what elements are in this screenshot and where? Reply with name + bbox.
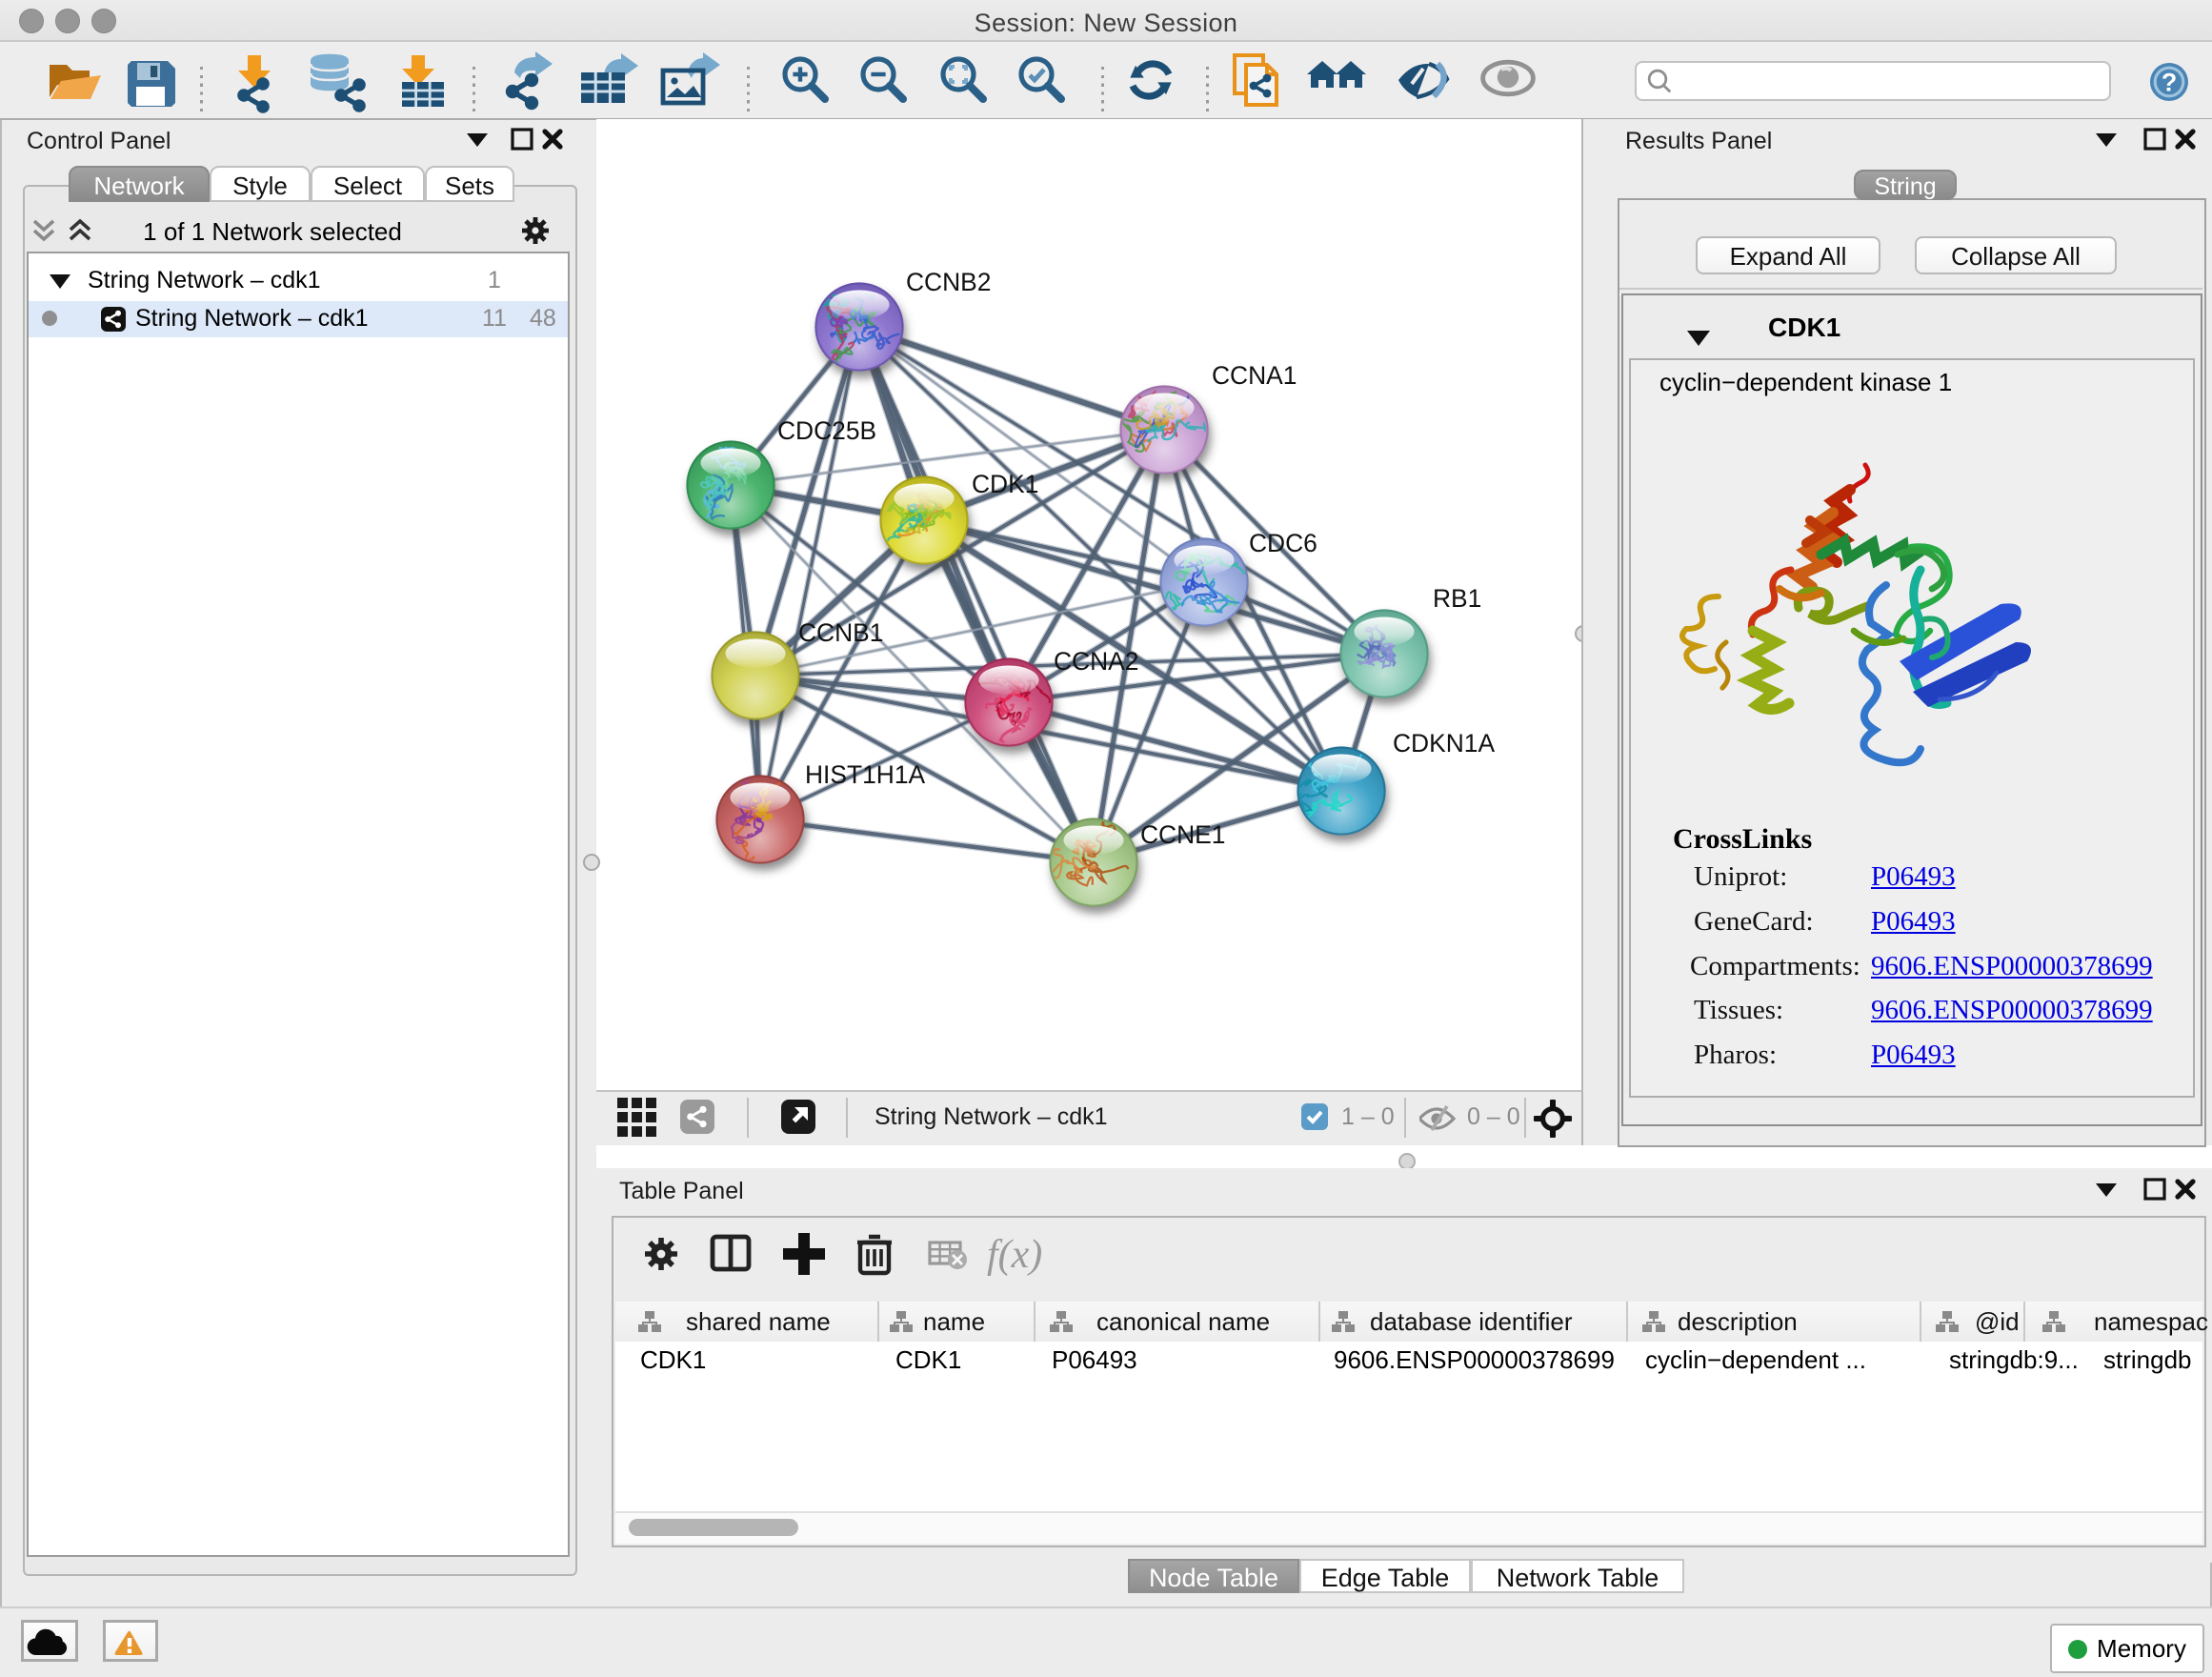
svg-text:CCNB1: CCNB1 bbox=[798, 618, 883, 647]
svg-text:CCNA1: CCNA1 bbox=[1212, 361, 1297, 390]
svg-text:f(x): f(x) bbox=[987, 1233, 1042, 1277]
svg-text:CDC6: CDC6 bbox=[1249, 529, 1317, 557]
svg-text:HIST1H1A: HIST1H1A bbox=[805, 760, 926, 789]
svg-text:CCNE1: CCNE1 bbox=[1140, 820, 1225, 849]
svg-text:CDKN1A: CDKN1A bbox=[1393, 729, 1495, 758]
svg-text:CCNA2: CCNA2 bbox=[1054, 647, 1138, 676]
svg-text:RB1: RB1 bbox=[1433, 584, 1481, 613]
svg-text:CDC25B: CDC25B bbox=[777, 416, 876, 445]
svg-text:?: ? bbox=[2162, 69, 2177, 97]
svg-text:CDK1: CDK1 bbox=[972, 470, 1038, 498]
svg-text:CCNB2: CCNB2 bbox=[906, 268, 991, 296]
